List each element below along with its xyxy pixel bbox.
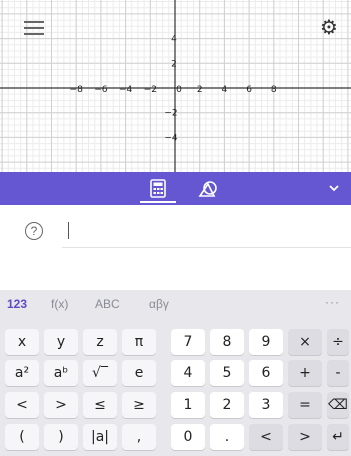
- question-mark-icon[interactable]: ?: [25, 222, 43, 240]
- graphics-view[interactable]: −8 −6 −4 −2 0 2 4 6 8 4 2 −2 −4 ⚙: [0, 0, 351, 172]
- key-open-paren[interactable]: (: [5, 424, 39, 450]
- text-caret: [68, 222, 69, 239]
- key-7[interactable]: 7: [171, 329, 205, 355]
- gear-icon[interactable]: ⚙: [318, 17, 340, 39]
- key-1[interactable]: 1: [171, 392, 205, 418]
- key-e[interactable]: e: [122, 360, 156, 386]
- key-6[interactable]: 6: [249, 360, 283, 386]
- key-5[interactable]: 5: [210, 360, 244, 386]
- x-tick-label: −4: [119, 85, 133, 95]
- view-toolbar: [0, 172, 351, 205]
- x-tick-label: −2: [144, 85, 157, 95]
- hamburger-menu-icon[interactable]: [24, 21, 44, 37]
- virtual-keyboard: 123 f(x) ABC αβγ ··· x y z π 7 8 9 × ÷ a² aᵇ √‾ e 4 5 6…: [0, 290, 351, 456]
- key-less-equal[interactable]: ≤: [83, 392, 117, 418]
- key-sqrt[interactable]: √‾: [83, 360, 117, 386]
- key-greater-equal[interactable]: ≥: [122, 392, 156, 418]
- key-decimal[interactable]: .: [210, 424, 244, 450]
- y-tick-label: −4: [164, 133, 178, 143]
- key-minus[interactable]: -: [327, 360, 349, 386]
- keyboard-tab-abc[interactable]: ABC: [95, 297, 120, 311]
- key-9[interactable]: 9: [249, 329, 283, 355]
- keyboard-tabs: 123 f(x) ABC αβγ ···: [0, 290, 351, 320]
- x-tick-label: −8: [70, 85, 84, 95]
- y-tick-label: 2: [171, 59, 177, 69]
- key-equals[interactable]: =: [288, 392, 322, 418]
- right-arrow-icon[interactable]: >: [288, 424, 322, 450]
- left-arrow-icon[interactable]: <: [249, 424, 283, 450]
- key-8[interactable]: 8: [210, 329, 244, 355]
- key-4[interactable]: 4: [171, 360, 205, 386]
- keyboard-tab-123[interactable]: 123: [7, 297, 27, 311]
- key-pi[interactable]: π: [122, 329, 156, 355]
- key-0[interactable]: 0: [171, 424, 205, 450]
- x-tick-label: 4: [222, 85, 228, 95]
- active-tab-indicator: [140, 201, 176, 203]
- key-2[interactable]: 2: [210, 392, 244, 418]
- keyboard-tab-functions[interactable]: f(x): [51, 297, 68, 311]
- x-tick-label: 2: [197, 85, 203, 95]
- x-tick-label: 6: [246, 85, 252, 95]
- key-power[interactable]: aᵇ: [44, 360, 78, 386]
- keyboard-tab-greek[interactable]: αβγ: [149, 297, 169, 311]
- key-less[interactable]: <: [5, 392, 39, 418]
- key-close-paren[interactable]: ): [44, 424, 78, 450]
- key-3[interactable]: 3: [249, 392, 283, 418]
- key-square[interactable]: a²: [5, 360, 39, 386]
- geometry-tools-icon[interactable]: [196, 176, 220, 202]
- key-y[interactable]: y: [44, 329, 78, 355]
- key-z[interactable]: z: [83, 329, 117, 355]
- backspace-icon[interactable]: ⌫: [327, 392, 349, 418]
- chevron-down-icon[interactable]: [324, 178, 344, 198]
- key-plus[interactable]: +: [288, 360, 322, 386]
- x-tick-label: 0: [176, 85, 182, 95]
- key-x[interactable]: x: [5, 329, 39, 355]
- enter-icon[interactable]: ↵: [327, 424, 349, 450]
- y-tick-label: −2: [164, 109, 177, 119]
- more-options-icon[interactable]: ···: [325, 295, 340, 309]
- x-tick-label: −6: [94, 85, 108, 95]
- algebra-input[interactable]: [62, 214, 351, 248]
- key-multiply[interactable]: ×: [288, 329, 322, 355]
- algebra-view: ?: [0, 205, 351, 290]
- key-abs[interactable]: |a|: [83, 424, 117, 450]
- key-greater[interactable]: >: [44, 392, 78, 418]
- y-tick-label: 4: [171, 35, 177, 45]
- x-tick-label: 8: [271, 85, 277, 95]
- key-comma[interactable]: ,: [122, 424, 156, 450]
- coordinate-grid[interactable]: −8 −6 −4 −2 0 2 4 6 8 4 2 −2 −4: [0, 0, 351, 172]
- calculator-icon[interactable]: [146, 176, 170, 202]
- key-divide[interactable]: ÷: [327, 329, 349, 355]
